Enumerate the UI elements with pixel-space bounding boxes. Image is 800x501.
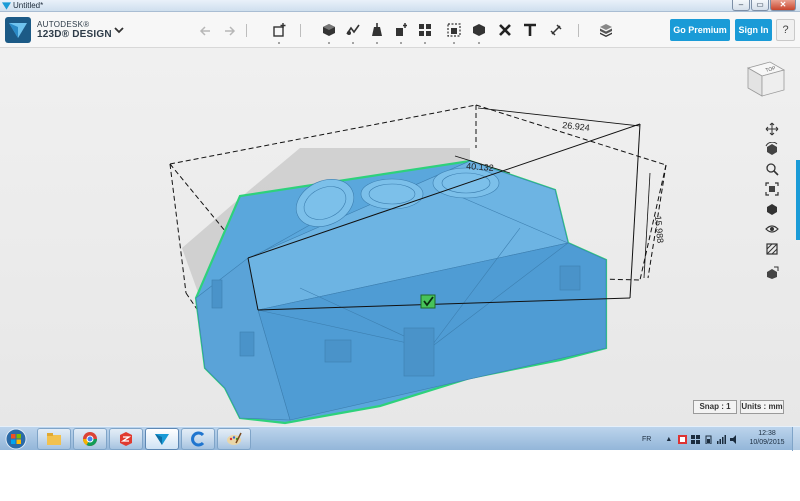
dropdown-dot [352,42,354,44]
zoom-icon[interactable] [762,160,782,178]
view-mode-icon[interactable] [762,200,782,218]
close-button[interactable]: ✕ [770,0,796,11]
title-bar: Untitled* – ▭ ✕ [0,0,800,12]
3d-viewport[interactable]: 26.924 40.132 15.988 TOP Snap: 1 Units … [0,48,800,426]
dropdown-dot [400,42,402,44]
depth-dimension-label[interactable]: 40.132 [466,161,494,173]
height-dimension-label[interactable]: 15.988 [653,215,665,243]
snap-icon[interactable] [547,22,565,38]
windows-taskbar: FR ▲ 12:38 10/09/2015 [0,426,800,451]
3d-model [194,159,608,425]
orbit-icon[interactable] [762,140,782,158]
redo-icon[interactable] [220,22,238,38]
paint-icon[interactable] [217,428,251,450]
brand-line2: 123D® DESIGN [37,29,112,40]
minimize-button[interactable]: – [732,0,750,11]
app-logo-icon[interactable] [5,17,31,43]
app-window: Untitled* – ▭ ✕ AUTODESK® 123D® DESIGN G… [0,0,800,451]
explorer-icon[interactable] [37,428,71,450]
scene-canvas[interactable]: 26.924 40.132 15.988 [0,48,800,426]
brand-line1: AUTODESK® [37,20,90,29]
materials-icon[interactable] [762,240,782,258]
network-icon[interactable] [717,434,727,444]
app-logo-icon [2,2,11,10]
dropdown-dot [376,42,378,44]
toolbar-separator [300,24,301,37]
show-desktop-button[interactable] [792,427,800,451]
toolbar-separator [578,24,579,37]
fit-icon[interactable] [762,180,782,198]
transform-icon[interactable] [270,22,288,44]
pan-icon[interactable] [762,120,782,138]
construct-icon[interactable] [368,22,386,44]
language-indicator[interactable]: FR [642,436,651,443]
undo-icon[interactable] [197,22,215,38]
maximize-button[interactable]: ▭ [751,0,769,11]
windows-start-icon[interactable] [3,428,29,450]
sketchup-icon[interactable] [109,428,143,450]
windows-flag-icon[interactable] [691,434,701,444]
tray-arrow-icon[interactable]: ▲ [665,435,674,444]
units-indicator[interactable]: Units : mm [740,400,784,414]
text-icon[interactable] [521,22,539,38]
system-tray: FR ▲ [642,429,739,449]
123d-design-icon[interactable] [145,428,179,450]
help-button[interactable]: ? [776,19,795,41]
toolbar-separator [246,24,247,37]
dropdown-dot [278,42,280,44]
chevron-down-icon[interactable] [113,25,125,35]
checkmark-icon[interactable] [420,294,436,309]
combine-icon[interactable] [470,22,488,44]
brand-name: AUTODESK® 123D® DESIGN [37,20,112,40]
dropdown-dot [424,42,426,44]
clock-date: 10/09/2015 [749,439,785,446]
material-icon[interactable] [597,22,615,38]
dropdown-dot [478,42,480,44]
visibility-icon[interactable] [762,220,782,238]
go-premium-button[interactable]: Go Premium [670,19,730,41]
sign-in-button[interactable]: Sign In [735,19,772,41]
pattern-icon[interactable] [416,22,434,44]
snap-indicator[interactable]: Snap : 1 [693,400,737,414]
modify-icon[interactable] [392,22,410,44]
ccleaner-icon[interactable] [181,428,215,450]
viewcube-icon[interactable]: TOP [744,58,786,98]
primitives-icon[interactable] [320,22,338,44]
side-panel-tab[interactable] [796,160,800,240]
chrome-icon[interactable] [73,428,107,450]
battery-icon[interactable] [704,435,713,444]
system-clock[interactable]: 12:38 10/09/2015 [747,429,787,447]
render-icon[interactable] [762,264,782,282]
volume-icon[interactable] [730,434,739,444]
grouping-icon[interactable] [445,22,463,44]
sketch-icon[interactable] [344,22,362,44]
clock-time: 12:38 [758,430,776,437]
window-title: Untitled* [13,1,44,10]
dropdown-dot [328,42,330,44]
main-toolbar: AUTODESK® 123D® DESIGN Go Premium Sign I… [0,12,800,48]
window-controls: – ▭ ✕ [732,0,796,11]
width-dimension-label[interactable]: 26.924 [562,120,590,133]
security-icon[interactable] [678,434,688,444]
navigation-bar [760,118,784,296]
dropdown-dot [453,42,455,44]
delete-icon[interactable] [496,22,514,38]
